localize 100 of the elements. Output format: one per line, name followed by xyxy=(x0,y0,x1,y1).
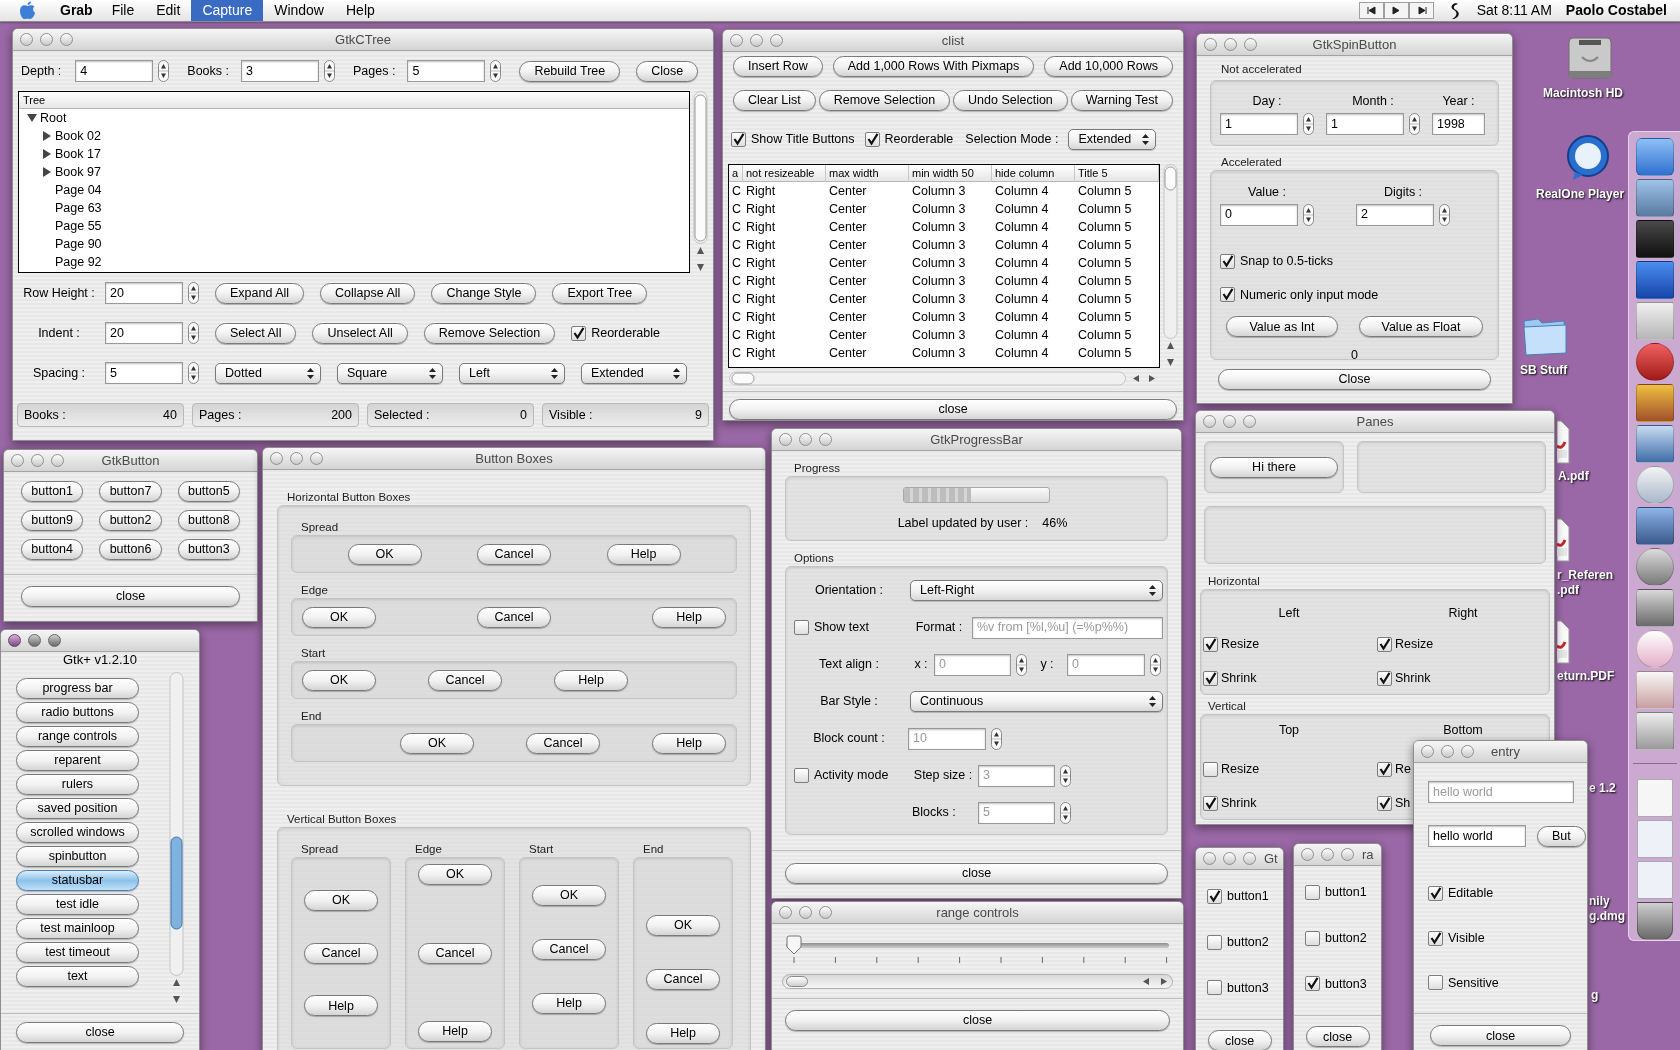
checkbox[interactable] xyxy=(1203,670,1218,686)
list-button[interactable]: statusbar xyxy=(16,870,139,891)
close-button[interactable] xyxy=(730,34,743,47)
playback-controls-icon[interactable] xyxy=(1358,2,1435,19)
menu-item[interactable]: File xyxy=(100,0,146,21)
close-button[interactable] xyxy=(1204,38,1217,51)
tree-item[interactable]: Page 63 xyxy=(55,198,102,218)
zoom-button[interactable] xyxy=(48,634,61,647)
checkbox[interactable] xyxy=(1305,976,1320,992)
minimize-button[interactable] xyxy=(40,33,53,46)
popup-menu[interactable]: Dotted xyxy=(215,362,321,384)
push-button[interactable]: Help xyxy=(652,732,726,754)
push-button[interactable]: Cancel xyxy=(477,543,551,565)
window-thumbnail[interactable] xyxy=(1636,820,1673,858)
icon-label[interactable]: e 1.2 xyxy=(1589,781,1616,796)
tree-item[interactable]: Page 90 xyxy=(55,234,102,254)
vertical-scrollbar[interactable] xyxy=(693,91,708,273)
stepper-arrows[interactable] xyxy=(991,727,1002,750)
list-button[interactable]: saved position xyxy=(16,798,139,819)
stepper-arrows[interactable] xyxy=(1060,801,1071,824)
list-button[interactable]: progress bar xyxy=(16,678,139,699)
scroll-arrows-icon[interactable] xyxy=(1142,977,1168,986)
disclosure-triangle[interactable] xyxy=(41,148,53,160)
column-header[interactable]: Tree xyxy=(19,92,689,109)
trash-icon[interactable] xyxy=(1636,902,1673,940)
slider-track[interactable] xyxy=(786,935,1169,955)
push-button[interactable]: Remove Selection xyxy=(818,90,951,111)
close-button[interactable]: close xyxy=(785,1010,1170,1031)
close-button[interactable]: close xyxy=(21,586,240,607)
text-field[interactable]: 20 xyxy=(105,282,183,304)
push-button[interactable]: Help xyxy=(652,606,726,628)
close-button[interactable] xyxy=(1203,852,1216,865)
zoom-button[interactable] xyxy=(819,433,832,446)
text-field[interactable]: 3 xyxy=(241,60,319,82)
push-button[interactable]: button1 xyxy=(21,481,84,502)
app-icon[interactable] xyxy=(1635,589,1674,627)
column-header[interactable]: min width 50 xyxy=(909,165,992,182)
tree-item[interactable]: Book 02 xyxy=(55,126,101,146)
app-icon[interactable] xyxy=(1635,384,1674,422)
close-button[interactable]: close xyxy=(1430,1025,1571,1047)
list-button[interactable]: test mainloop xyxy=(16,918,139,939)
close-button[interactable] xyxy=(11,454,24,467)
disclosure-triangle[interactable] xyxy=(41,166,53,178)
list-button[interactable]: spinbutton xyxy=(16,846,139,867)
zoom-button[interactable] xyxy=(60,33,73,46)
column-header[interactable]: not resizeable xyxy=(743,165,826,182)
push-button[interactable]: OK xyxy=(532,885,606,906)
disclosure-triangle[interactable] xyxy=(26,112,38,124)
push-button[interactable]: Add 10,000 Rows xyxy=(1044,56,1173,77)
checkbox[interactable] xyxy=(1207,934,1222,950)
push-button[interactable]: Close xyxy=(636,60,699,82)
push-button[interactable]: button3 xyxy=(177,539,240,560)
push-button[interactable]: OK xyxy=(347,543,422,565)
push-button[interactable]: OK xyxy=(304,889,378,911)
checkbox[interactable] xyxy=(1203,761,1218,777)
popup-menu[interactable]: Extended xyxy=(581,362,687,384)
close-button[interactable]: close xyxy=(729,399,1177,420)
push-button[interactable]: Rebuild Tree xyxy=(519,60,621,82)
popup-menu[interactable]: Left-Right xyxy=(910,580,1163,601)
push-button[interactable]: Collapse All xyxy=(320,282,416,304)
checkbox[interactable] xyxy=(1377,761,1392,777)
push-button[interactable]: Undo Selection xyxy=(953,90,1068,111)
menu-item[interactable]: Edit xyxy=(145,0,192,21)
close-button[interactable]: close xyxy=(1305,1026,1370,1048)
document-icon[interactable] xyxy=(1557,620,1571,664)
disclosure-triangle[interactable] xyxy=(41,130,53,142)
close-button[interactable] xyxy=(270,452,283,465)
checkbox[interactable] xyxy=(794,620,809,635)
tree-item[interactable]: Book 97 xyxy=(55,162,101,182)
menu-item[interactable]: Window xyxy=(263,0,335,21)
checkbox[interactable] xyxy=(1203,795,1218,811)
push-button[interactable]: Add 1,000 Rows With Pixmaps xyxy=(832,56,1035,77)
slider-thumb[interactable] xyxy=(786,935,802,955)
zoom-button[interactable] xyxy=(770,34,783,47)
icon-label[interactable]: SB Stuff xyxy=(1520,363,1568,378)
close-button[interactable] xyxy=(1421,745,1434,758)
icon-label[interactable]: Macintosh HD xyxy=(1543,86,1623,101)
zoom-button[interactable] xyxy=(51,454,64,467)
minimize-button[interactable] xyxy=(799,433,812,446)
stepper-arrows[interactable] xyxy=(1016,653,1027,676)
tree-item[interactable]: Page 55 xyxy=(55,216,102,236)
push-button[interactable]: Help xyxy=(304,995,378,1017)
zoom-button[interactable] xyxy=(1244,38,1257,51)
push-button[interactable]: Help xyxy=(554,669,628,691)
push-button[interactable]: Cancel xyxy=(428,669,502,691)
text-field[interactable]: 2 xyxy=(1356,203,1434,226)
push-button[interactable]: Value as Int xyxy=(1226,316,1338,338)
push-button[interactable]: OK xyxy=(302,606,376,628)
stepper-arrows[interactable] xyxy=(324,60,335,82)
menu-item[interactable]: Help xyxy=(335,0,386,21)
push-button[interactable]: Value as Float xyxy=(1359,316,1483,338)
checkbox[interactable] xyxy=(1377,670,1392,686)
zoom-button[interactable] xyxy=(1341,848,1354,861)
zoom-button[interactable] xyxy=(819,906,832,919)
window-thumbnail[interactable] xyxy=(1636,779,1673,817)
document-icon[interactable] xyxy=(1557,420,1571,464)
text-field[interactable]: 0 xyxy=(1220,203,1298,226)
push-button[interactable]: Expand All xyxy=(215,282,305,304)
close-button[interactable]: close xyxy=(1207,1030,1272,1050)
checkbox[interactable] xyxy=(571,325,587,341)
